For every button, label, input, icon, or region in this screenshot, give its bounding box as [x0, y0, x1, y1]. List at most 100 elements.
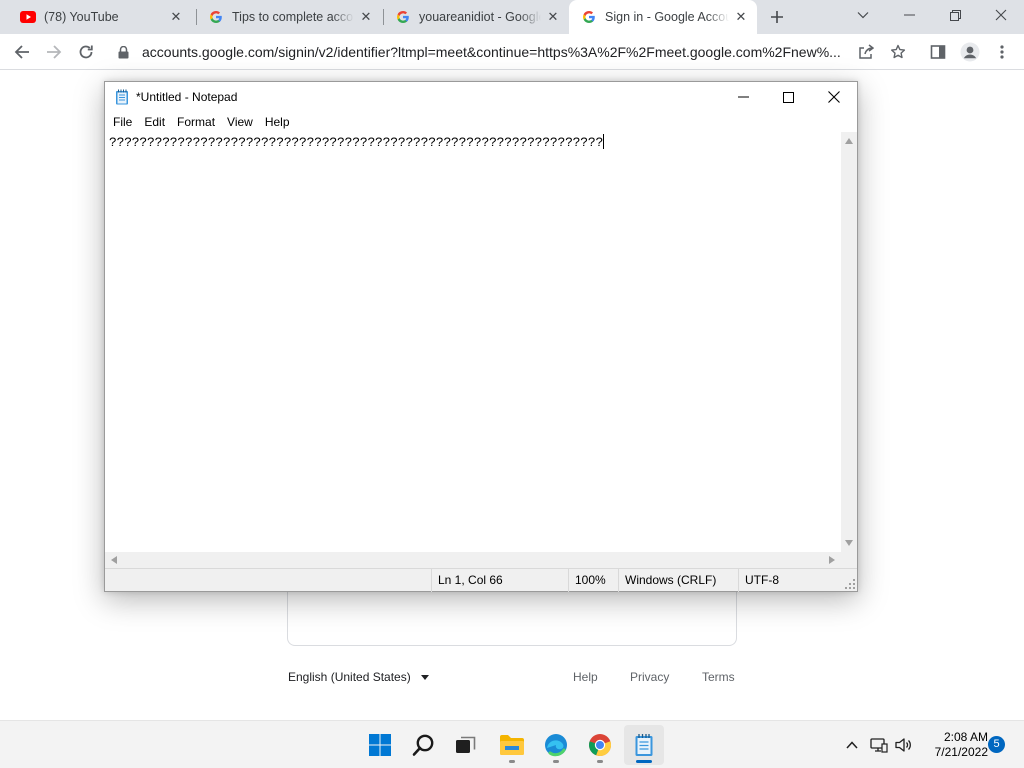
language-label: English (United States)	[288, 670, 411, 684]
browser-close-button[interactable]	[978, 0, 1024, 30]
chrome-button[interactable]	[580, 725, 620, 765]
volume-icon[interactable]	[894, 735, 914, 755]
youtube-icon	[20, 9, 36, 25]
notepad-close-button[interactable]	[811, 82, 857, 112]
horizontal-scrollbar[interactable]	[105, 552, 841, 568]
notepad-window: *Untitled - Notepad File Edit Format Vie…	[104, 81, 858, 592]
tab-title: youareanidiot - Google Search	[419, 10, 541, 24]
notepad-minimize-button[interactable]	[720, 82, 766, 112]
profile-button[interactable]	[956, 38, 984, 66]
vertical-scrollbar[interactable]	[841, 132, 857, 552]
running-indicator	[597, 760, 603, 763]
notepad-title: *Untitled - Notepad	[136, 90, 238, 104]
tab-title: Tips to complete account recovery	[232, 10, 354, 24]
url-text[interactable]: accounts.google.com/signin/v2/identifier…	[142, 44, 846, 60]
search-icon	[412, 734, 434, 756]
resize-grip-icon[interactable]	[845, 579, 855, 589]
scrollbar-corner	[841, 552, 857, 568]
browser-minimize-button[interactable]	[886, 0, 932, 30]
menu-view[interactable]: View	[222, 112, 258, 132]
side-panel-button[interactable]	[924, 38, 952, 66]
reload-icon	[79, 45, 93, 59]
clock[interactable]: 2:08 AM 7/21/2022	[920, 730, 988, 760]
chrome-icon	[589, 734, 612, 756]
menu-edit[interactable]: Edit	[139, 112, 170, 132]
lock-icon[interactable]	[116, 45, 130, 59]
caret-down-icon	[420, 674, 429, 680]
status-zoom: 100%	[568, 569, 618, 592]
edge-icon	[545, 734, 567, 757]
scroll-up-icon[interactable]	[845, 138, 853, 144]
tab-youtube[interactable]: (78) YouTube ✕	[8, 0, 192, 34]
privacy-link[interactable]: Privacy	[630, 670, 669, 684]
screen: (78) YouTube ✕ Tips to complete account …	[0, 0, 1024, 768]
menu-format[interactable]: Format	[172, 112, 220, 132]
tab-account-recovery[interactable]: Tips to complete account recovery ✕	[196, 0, 382, 34]
terms-link[interactable]: Terms	[702, 670, 735, 684]
scroll-left-icon[interactable]	[111, 556, 117, 564]
tab-sign-in[interactable]: Sign in - Google Accounts ✕	[569, 0, 757, 34]
side-panel-icon	[930, 45, 946, 59]
arrow-left-icon	[14, 45, 29, 59]
new-tab-button[interactable]	[766, 6, 788, 28]
notification-badge[interactable]: 5	[988, 736, 1005, 753]
maximize-icon	[782, 91, 794, 103]
close-tab-icon[interactable]: ✕	[168, 9, 184, 25]
tab-google-search[interactable]: youareanidiot - Google Search ✕	[383, 0, 569, 34]
file-explorer-button[interactable]	[492, 725, 532, 765]
share-icon	[859, 44, 874, 59]
text-caret	[603, 134, 605, 149]
tab-search-button[interactable]	[840, 0, 886, 30]
notepad-taskbar-button[interactable]	[624, 725, 664, 765]
address-bar[interactable]: accounts.google.com/signin/v2/identifier…	[108, 37, 852, 67]
scroll-down-icon[interactable]	[845, 540, 853, 546]
start-icon	[369, 734, 391, 756]
bookmark-button[interactable]	[884, 38, 912, 66]
chevron-up-icon	[846, 741, 858, 749]
task-view-button[interactable]	[446, 725, 486, 765]
language-selector[interactable]: English (United States)	[288, 670, 429, 684]
menu-file[interactable]: File	[108, 112, 137, 132]
menu-button[interactable]	[988, 38, 1016, 66]
forward-button[interactable]	[40, 38, 68, 66]
more-vert-icon	[1000, 45, 1004, 59]
notepad-text-area[interactable]: ????????????????????????????????????????…	[105, 132, 841, 552]
arrow-right-icon	[47, 45, 62, 59]
taskbar: 2:08 AM 7/21/2022 5	[0, 720, 1024, 768]
menu-help[interactable]: Help	[260, 112, 295, 132]
close-icon	[828, 91, 840, 103]
text-content: ????????????????????????????????????????…	[109, 135, 604, 150]
file-explorer-icon	[500, 735, 524, 755]
status-position: Ln 1, Col 66	[431, 569, 565, 592]
browser-toolbar: accounts.google.com/signin/v2/identifier…	[0, 34, 1024, 70]
status-line-ending: Windows (CRLF)	[618, 569, 738, 592]
tab-title: Sign in - Google Accounts	[605, 10, 729, 24]
close-icon	[995, 9, 1007, 21]
taskbar-search-button[interactable]	[404, 725, 444, 765]
network-icon[interactable]	[869, 735, 889, 755]
show-hidden-icons-button[interactable]	[842, 735, 862, 755]
google-icon	[208, 9, 224, 25]
edge-button[interactable]	[536, 725, 576, 765]
google-icon	[581, 9, 597, 25]
notepad-statusbar: Ln 1, Col 66 100% Windows (CRLF) UTF-8	[105, 568, 857, 592]
text-content-line: ????????????????????????????????????????…	[109, 134, 605, 150]
browser-restore-button[interactable]	[932, 0, 978, 30]
minimize-icon	[737, 96, 749, 98]
reload-button[interactable]	[72, 38, 100, 66]
minimize-icon	[903, 14, 915, 16]
clock-date: 7/21/2022	[934, 745, 988, 759]
close-tab-icon[interactable]: ✕	[358, 9, 374, 25]
notepad-icon	[115, 89, 129, 105]
help-link[interactable]: Help	[573, 670, 598, 684]
back-button[interactable]	[8, 38, 36, 66]
notepad-maximize-button[interactable]	[765, 82, 811, 112]
avatar-icon	[960, 42, 980, 62]
close-tab-icon[interactable]: ✕	[733, 9, 749, 25]
share-button[interactable]	[852, 38, 880, 66]
restore-icon	[949, 9, 961, 21]
scroll-right-icon[interactable]	[829, 556, 835, 564]
plus-icon	[771, 11, 783, 23]
start-button[interactable]	[360, 725, 400, 765]
close-tab-icon[interactable]: ✕	[545, 9, 561, 25]
